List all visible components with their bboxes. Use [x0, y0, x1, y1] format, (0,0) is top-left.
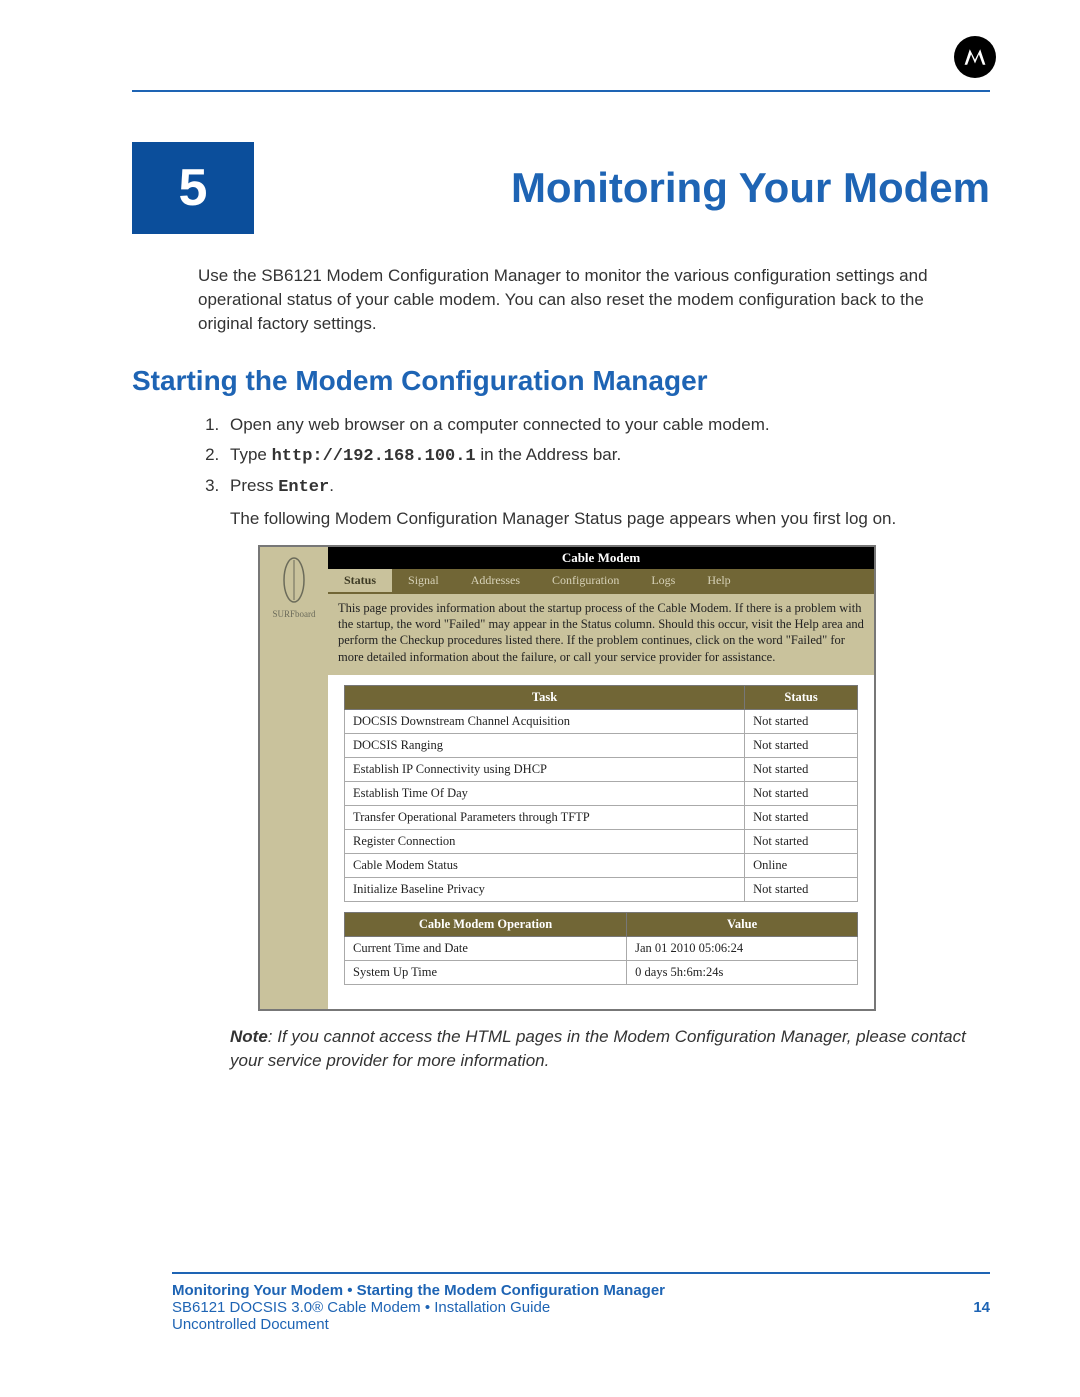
- table-row: Establish IP Connectivity using DHCPNot …: [345, 757, 858, 781]
- modem-tab-configuration[interactable]: Configuration: [536, 569, 635, 592]
- chapter-number: 5: [179, 158, 208, 218]
- chapter-title: Monitoring Your Modem: [511, 164, 990, 212]
- chapter-number-box: 5: [132, 142, 254, 234]
- footer-status: Uncontrolled Document: [172, 1316, 990, 1333]
- modem-operation-table: Cable Modem Operation Value Current Time…: [344, 912, 858, 985]
- page-number: 14: [973, 1299, 990, 1316]
- status-header: Status: [745, 685, 858, 709]
- top-rule: [132, 90, 990, 92]
- modem-tab-help[interactable]: Help: [691, 569, 746, 592]
- step-1-text: Open any web browser on a computer conne…: [230, 415, 770, 434]
- italic-note: Note: If you cannot access the HTML page…: [230, 1025, 980, 1073]
- table-row: Initialize Baseline PrivacyNot started: [345, 877, 858, 901]
- page-footer: Monitoring Your Modem • Starting the Mod…: [90, 1272, 990, 1333]
- steps-list: Open any web browser on a computer conne…: [198, 411, 980, 501]
- step-3-post: .: [329, 476, 334, 495]
- modem-sidebar-label: SURFboard: [260, 609, 328, 619]
- table-row: DOCSIS RangingNot started: [345, 733, 858, 757]
- section-heading: Starting the Modem Configuration Manager: [132, 365, 990, 397]
- task-header: Task: [345, 685, 745, 709]
- modem-intro-text: This page provides information about the…: [328, 594, 874, 675]
- modem-tab-signal[interactable]: Signal: [392, 569, 455, 592]
- footer-rule: [172, 1272, 990, 1274]
- step-1: Open any web browser on a computer conne…: [224, 411, 980, 438]
- modem-screenshot: SURFboard Cable Modem Status Signal Addr…: [258, 545, 876, 1011]
- modem-tabs: Status Signal Addresses Configuration Lo…: [328, 569, 874, 594]
- step-2-post: in the Address bar.: [476, 445, 622, 464]
- step-2: Type http://192.168.100.1 in the Address…: [224, 441, 980, 470]
- table-row: Register ConnectionNot started: [345, 829, 858, 853]
- modem-tab-addresses[interactable]: Addresses: [455, 569, 536, 592]
- post-steps-note: The following Modem Configuration Manage…: [230, 507, 980, 531]
- step-3-pre: Press: [230, 476, 278, 495]
- motorola-icon: [962, 44, 988, 70]
- modem-tab-status[interactable]: Status: [328, 569, 392, 592]
- value-header: Value: [627, 912, 858, 936]
- brand-logo: [954, 36, 996, 78]
- step-2-code: http://192.168.100.1: [272, 447, 476, 466]
- modem-sidebar: SURFboard: [260, 547, 328, 1009]
- modem-task-table: Task Status DOCSIS Downstream Channel Ac…: [344, 685, 858, 902]
- step-3-code: Enter: [278, 478, 329, 497]
- table-row: Current Time and DateJan 01 2010 05:06:2…: [345, 936, 858, 960]
- footer-breadcrumb: Monitoring Your Modem • Starting the Mod…: [172, 1282, 990, 1299]
- table-row: Cable Modem StatusOnline: [345, 853, 858, 877]
- intro-paragraph: Use the SB6121 Modem Configuration Manag…: [198, 264, 980, 335]
- note-bold: Note: [230, 1027, 268, 1046]
- surfboard-icon: [277, 555, 311, 605]
- modem-tab-logs[interactable]: Logs: [635, 569, 691, 592]
- step-3: Press Enter.: [224, 472, 980, 501]
- table-row: DOCSIS Downstream Channel AcquisitionNot…: [345, 709, 858, 733]
- op-header: Cable Modem Operation: [345, 912, 627, 936]
- table-row: System Up Time0 days 5h:6m:24s: [345, 960, 858, 984]
- table-row: Establish Time Of DayNot started: [345, 781, 858, 805]
- step-2-pre: Type: [230, 445, 272, 464]
- footer-guide: SB6121 DOCSIS 3.0® Cable Modem • Install…: [172, 1299, 550, 1316]
- table-row: Transfer Operational Parameters through …: [345, 805, 858, 829]
- note-rest: : If you cannot access the HTML pages in…: [230, 1027, 966, 1070]
- modem-header: Cable Modem: [328, 547, 874, 569]
